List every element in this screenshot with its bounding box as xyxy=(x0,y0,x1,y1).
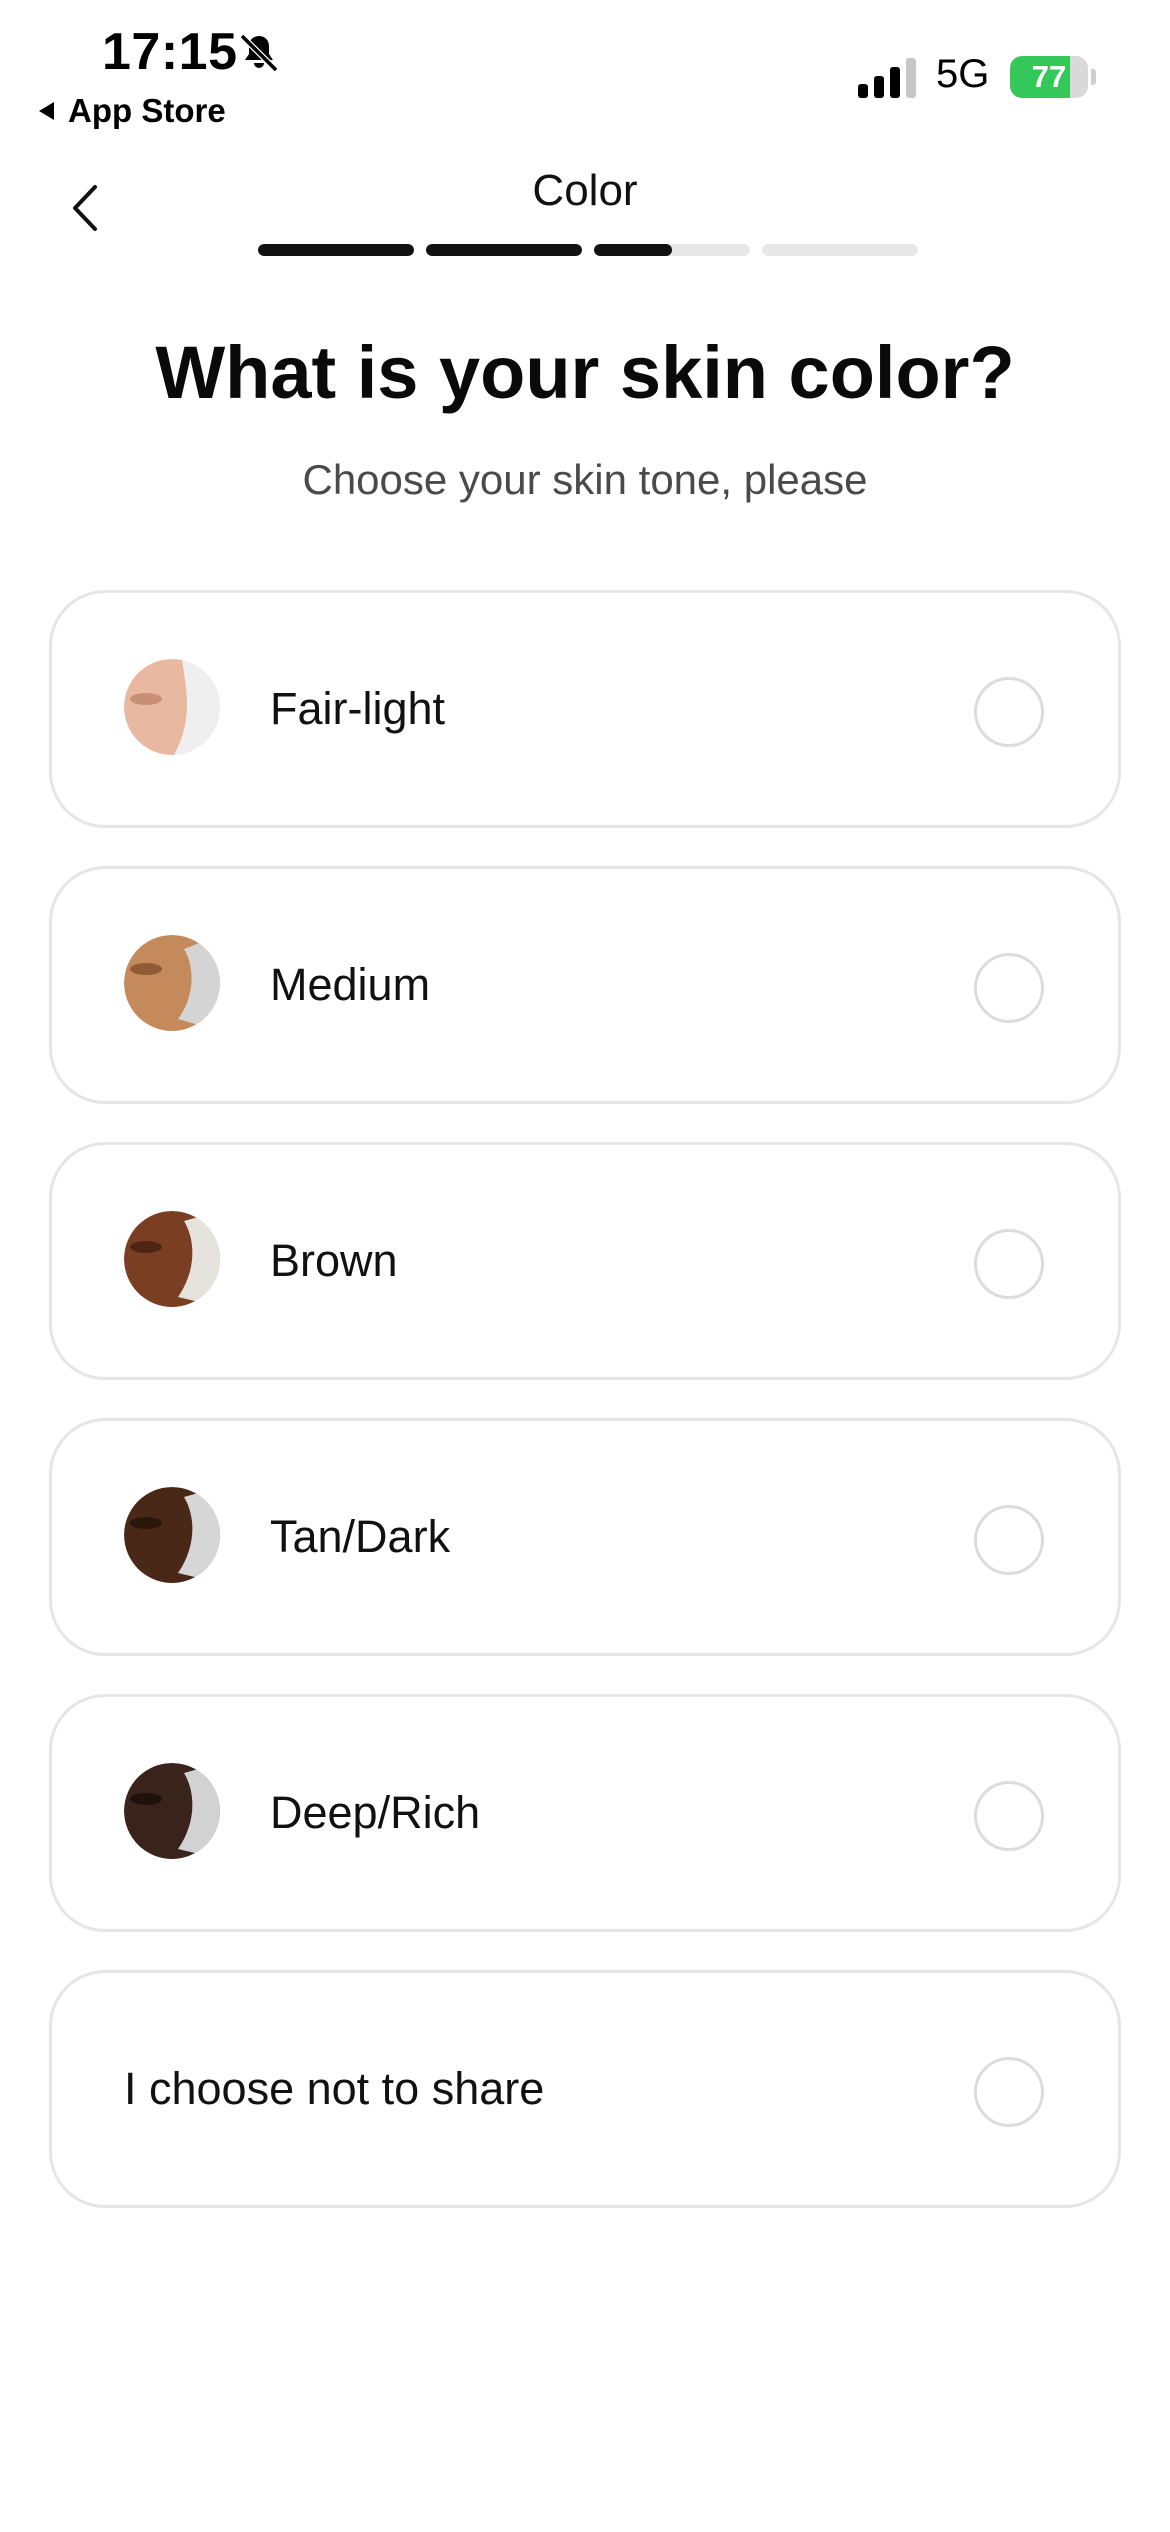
option-choose-not-to-share[interactable]: I choose not to share xyxy=(49,1970,1121,2208)
progress-segment-2 xyxy=(426,244,582,256)
status-time: 17:15 xyxy=(102,23,238,81)
option-fair-light[interactable]: Fair-light xyxy=(49,590,1121,828)
progress-segment-fill xyxy=(258,244,414,256)
radio-button[interactable] xyxy=(974,1781,1044,1851)
back-triangle-icon xyxy=(39,102,54,120)
option-deep-rich[interactable]: Deep/Rich xyxy=(49,1694,1121,1932)
step-progress-bar xyxy=(258,244,918,256)
signal-icon xyxy=(858,58,916,98)
progress-segment-3 xyxy=(594,244,750,256)
skin-thumbnail xyxy=(124,1487,220,1583)
network-type: 5G xyxy=(936,52,990,96)
radio-button[interactable] xyxy=(974,953,1044,1023)
progress-segment-1 xyxy=(258,244,414,256)
skin-thumbnail xyxy=(124,1763,220,1859)
option-tan-dark[interactable]: Tan/Dark xyxy=(49,1418,1121,1656)
skin-thumbnail xyxy=(124,1211,220,1307)
radio-button[interactable] xyxy=(974,1229,1044,1299)
skin-tone-options: Fair-light Medium Brown Tan/Dark Deep/Ri… xyxy=(49,590,1121,2246)
option-label: I choose not to share xyxy=(124,2063,545,2114)
radio-button[interactable] xyxy=(974,2057,1044,2127)
option-label: Deep/Rich xyxy=(270,1787,481,1838)
question-subtitle: Choose your skin tone, please xyxy=(302,456,868,503)
option-label: Brown xyxy=(270,1235,398,1286)
progress-segment-4 xyxy=(762,244,918,256)
option-label: Tan/Dark xyxy=(270,1511,451,1562)
battery-charging-icon: 77 xyxy=(1010,56,1096,98)
option-brown[interactable]: Brown xyxy=(49,1142,1121,1380)
page-title: Color xyxy=(532,166,638,215)
option-medium[interactable]: Medium xyxy=(49,866,1121,1104)
skin-thumbnail xyxy=(124,935,220,1031)
back-to-app-link[interactable]: App Store xyxy=(36,92,226,130)
progress-segment-fill xyxy=(594,244,672,256)
radio-button[interactable] xyxy=(974,1505,1044,1575)
progress-segment-fill xyxy=(426,244,582,256)
option-label: Medium xyxy=(270,959,431,1010)
radio-button[interactable] xyxy=(974,677,1044,747)
bell-slash-icon xyxy=(239,33,279,73)
skin-color-screen: 17:15 App Store 5G 77 Color What is your… xyxy=(0,0,1170,2532)
skin-thumbnail xyxy=(124,659,220,755)
back-to-app-label: App Store xyxy=(68,92,226,129)
battery-percentage: 77 xyxy=(1031,59,1067,94)
option-label: Fair-light xyxy=(270,683,446,734)
question-title: What is your skin color? xyxy=(155,331,1015,414)
